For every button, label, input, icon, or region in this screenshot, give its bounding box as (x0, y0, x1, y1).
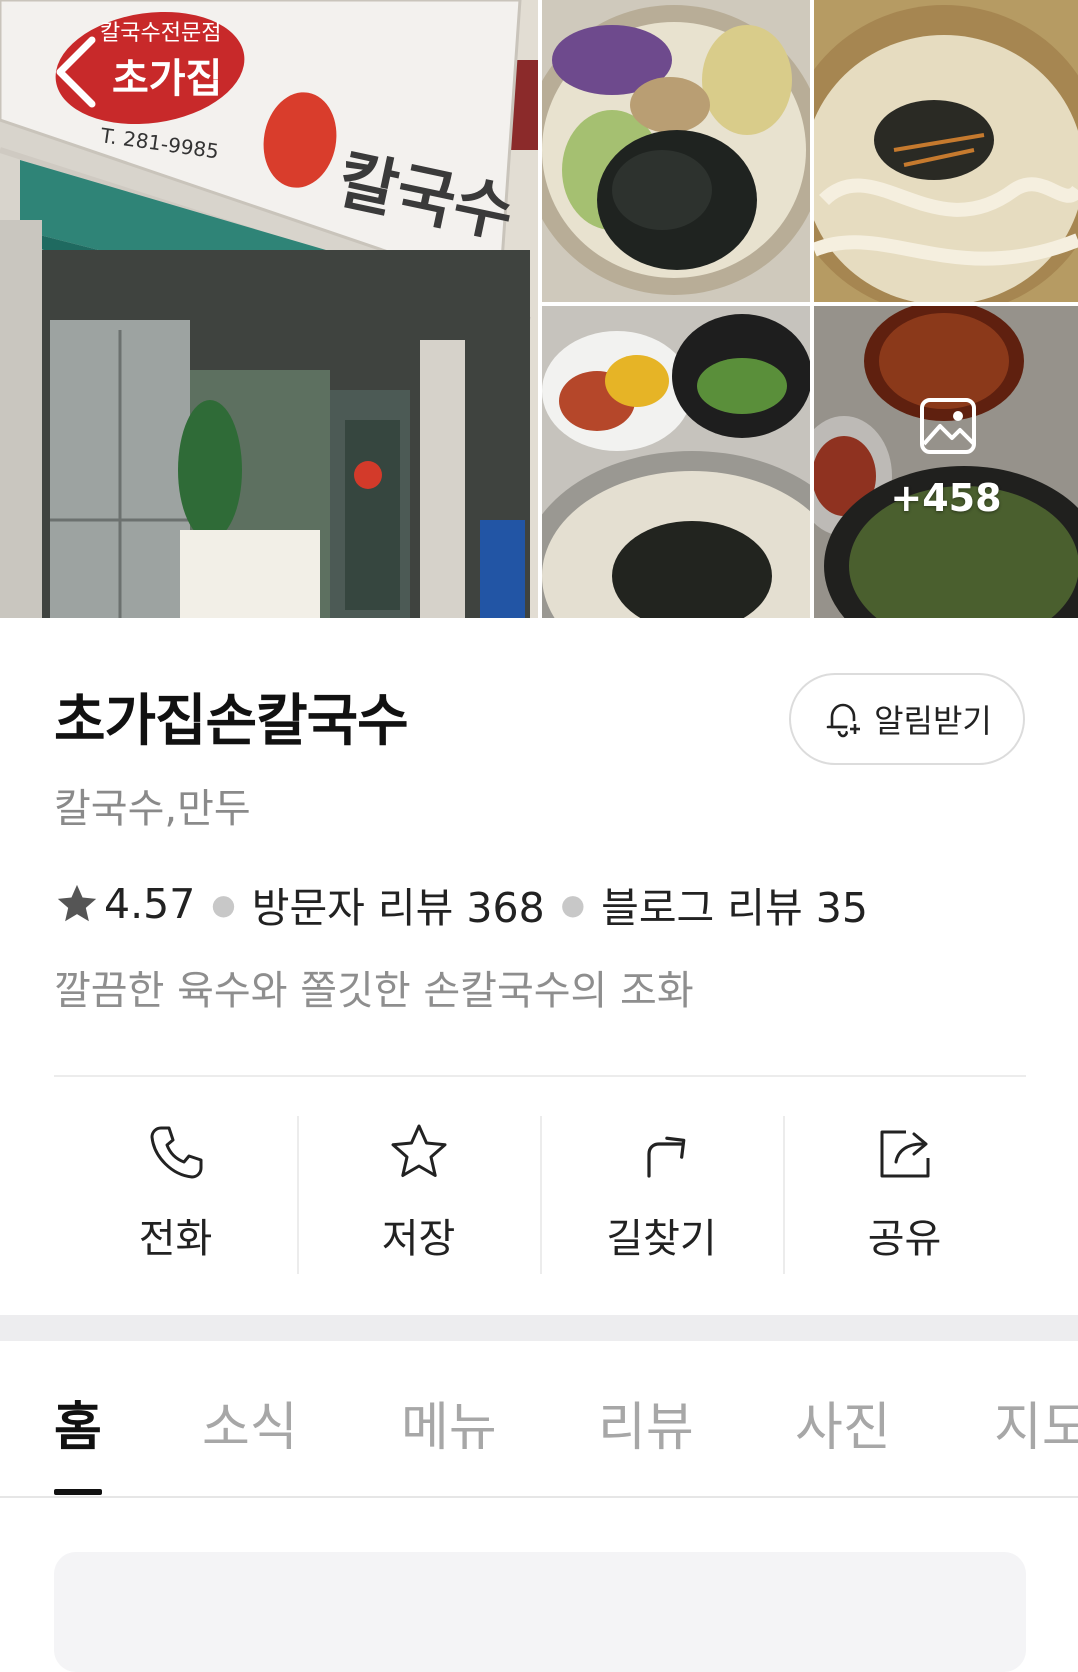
photo-gallery: 칼국수전문점 초가집 T. 281-9985 칼국수 +458 (0, 0, 1078, 618)
tab-news[interactable]: 소식 (202, 1385, 298, 1460)
directions-icon (646, 1136, 685, 1178)
review-stats: 4.57 ● 방문자 리뷰 368 ● 블로그 리뷰 35 (54, 876, 868, 932)
place-tagline: 깔끔한 육수와 쫄깃한 손칼국수의 조화 (54, 968, 694, 1014)
section-separator (0, 1315, 1078, 1341)
active-tab-indicator (54, 1489, 102, 1495)
tab-map[interactable]: 지도 (994, 1385, 1078, 1460)
call-label: 전화 (138, 1216, 213, 1262)
action-bar: 전화 저장 길찾기 공유 (54, 1116, 1026, 1276)
sign-name-text: 초가집 (112, 56, 222, 102)
food-photo[interactable] (542, 0, 810, 302)
visitor-review-link[interactable]: 방문자 리뷰 368 (252, 874, 545, 934)
tab-menu[interactable]: 메뉴 (401, 1385, 497, 1460)
share-button[interactable]: 공유 (783, 1116, 1026, 1276)
blog-review-link[interactable]: 블로그 리뷰 35 (601, 874, 868, 934)
place-name: 초가집손칼국수 (54, 689, 409, 754)
directions-label: 길찾기 (606, 1216, 717, 1262)
food-photo[interactable] (542, 306, 810, 618)
sign-top-text: 칼국수전문점 (100, 21, 221, 46)
bell-plus-icon (826, 703, 864, 738)
content-card (54, 1552, 1026, 1672)
separator-dot: ● (560, 887, 586, 921)
rating-value: 4.57 (104, 880, 196, 928)
image-icon (920, 398, 976, 454)
place-category: 칼국수,만두 (54, 786, 251, 832)
photo-count: +458 (890, 476, 1002, 520)
notification-button-label: 알림받기 (874, 702, 992, 740)
save-button[interactable]: 저장 (297, 1116, 540, 1276)
more-photos-tile[interactable]: +458 (814, 306, 1078, 618)
separator-dot: ● (211, 887, 236, 921)
share-label: 공유 (867, 1216, 942, 1262)
directions-button[interactable]: 길찾기 (540, 1116, 783, 1276)
share-icon (880, 1130, 929, 1178)
star-outline-icon (391, 1124, 446, 1177)
save-label: 저장 (381, 1216, 456, 1262)
tab-photos[interactable]: 사진 (795, 1385, 891, 1460)
call-button[interactable]: 전화 (54, 1116, 297, 1276)
divider (0, 1496, 1078, 1498)
tab-home[interactable]: 홈 (54, 1385, 102, 1460)
phone-icon (150, 1126, 202, 1179)
divider (54, 1075, 1026, 1077)
notification-button[interactable]: 알림받기 (789, 673, 1025, 765)
tab-reviews[interactable]: 리뷰 (598, 1385, 694, 1460)
star-icon (57, 884, 97, 922)
food-photo[interactable]: my (814, 0, 1078, 302)
back-button[interactable] (40, 30, 110, 114)
tab-bar: 홈 소식 메뉴 리뷰 사진 지도 (0, 1341, 1078, 1498)
